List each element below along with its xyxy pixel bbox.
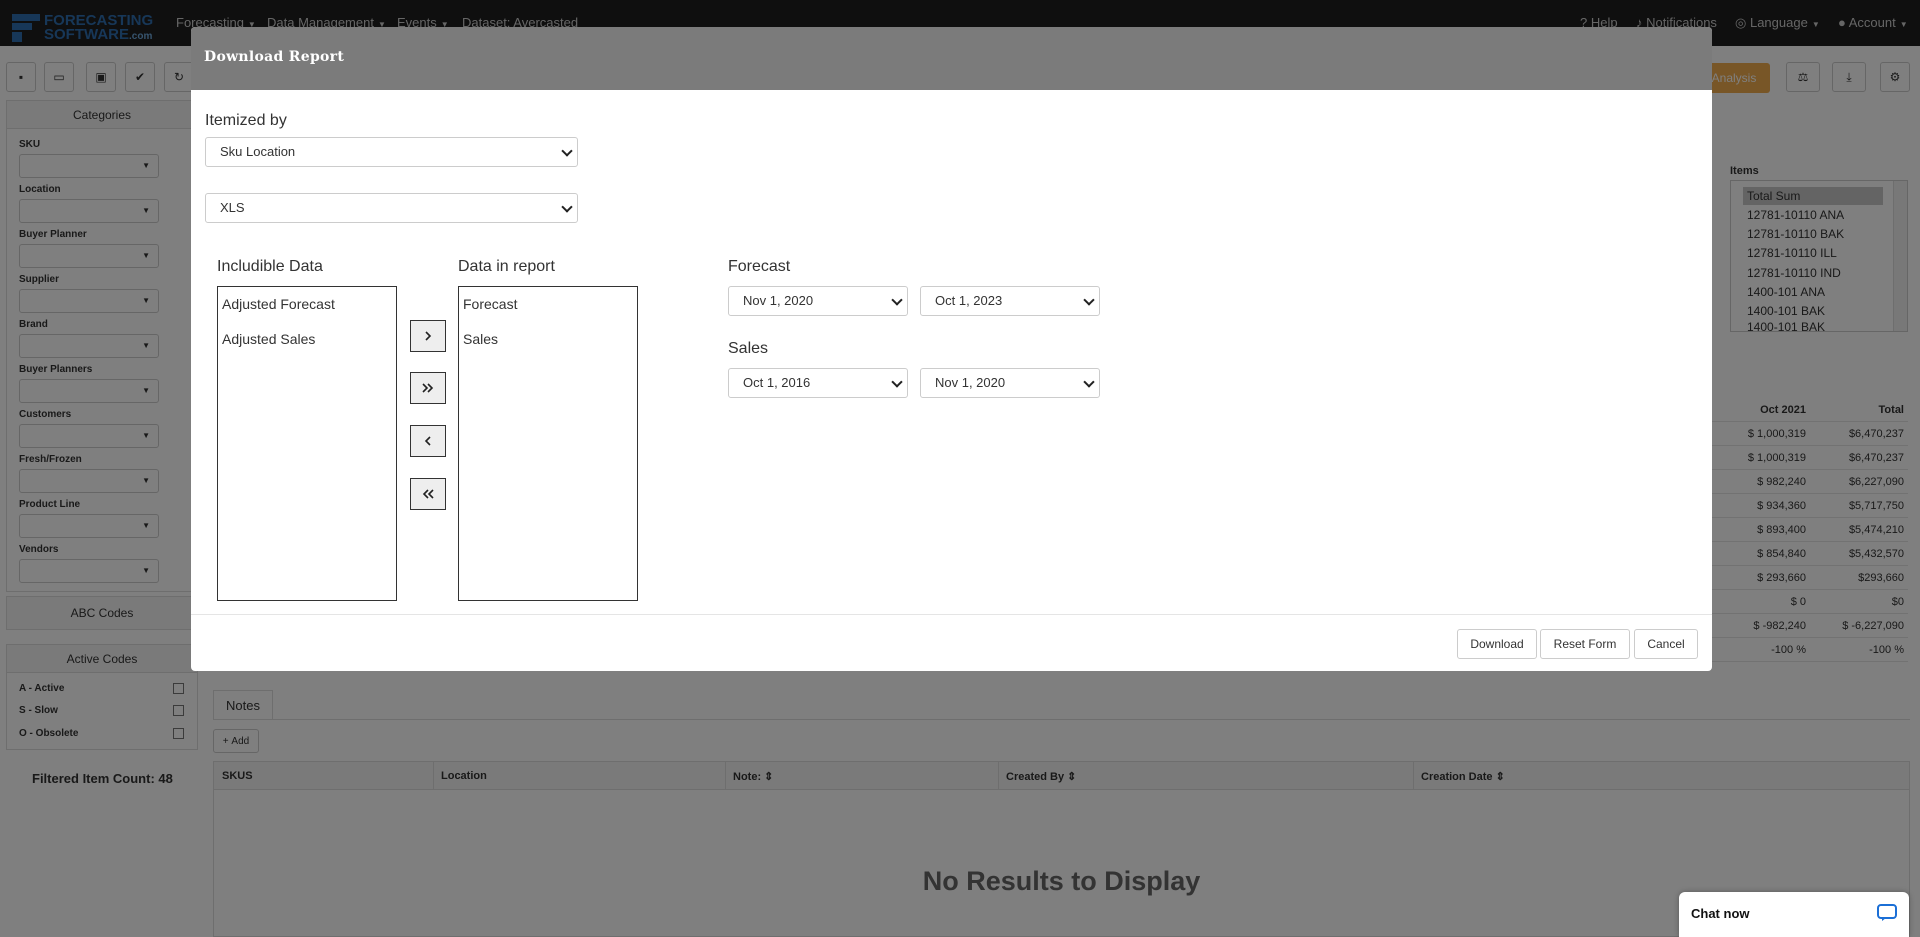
forecast-start-select[interactable]: Nov 1, 2020 — [728, 286, 908, 316]
data-in-report-listbox[interactable]: Forecast Sales — [458, 286, 638, 601]
itemized-by-select[interactable]: Sku Location — [205, 137, 578, 167]
chat-label: Chat now — [1691, 906, 1750, 921]
chevron-down-icon — [561, 201, 573, 213]
chat-bubble-icon — [1877, 904, 1897, 921]
move-all-left-button[interactable] — [410, 478, 446, 510]
includible-data-label: Includible Data — [217, 258, 323, 275]
move-left-button[interactable] — [410, 425, 446, 457]
modal-title: Download Report — [204, 49, 345, 65]
sales-end-select[interactable]: Nov 1, 2020 — [920, 368, 1100, 398]
move-all-right-button[interactable] — [410, 372, 446, 404]
format-value: XLS — [220, 200, 245, 215]
chevron-down-icon — [891, 294, 903, 306]
chevron-down-icon — [1083, 376, 1095, 388]
forecast-end-value: Oct 1, 2023 — [935, 293, 1003, 308]
sales-end-value: Nov 1, 2020 — [935, 375, 1006, 390]
download-button[interactable]: Download — [1457, 629, 1537, 659]
sales-start-select[interactable]: Oct 1, 2016 — [728, 368, 908, 398]
double-chevron-left-icon — [422, 489, 434, 499]
chevron-down-icon — [1083, 294, 1095, 306]
itemized-by-label: Itemized by — [205, 112, 287, 129]
reset-form-button[interactable]: Reset Form — [1540, 629, 1630, 659]
includible-data-listbox[interactable]: Adjusted Forecast Adjusted Sales — [217, 286, 397, 601]
includible-option[interactable]: Adjusted Sales — [222, 331, 315, 347]
report-option[interactable]: Forecast — [463, 296, 517, 312]
chevron-left-icon — [424, 436, 431, 446]
data-in-report-label: Data in report — [458, 258, 555, 275]
sales-range-label: Sales — [728, 340, 769, 357]
chevron-down-icon — [891, 376, 903, 388]
chevron-down-icon — [561, 145, 573, 157]
forecast-start-value: Nov 1, 2020 — [743, 293, 814, 308]
itemized-by-value: Sku Location — [220, 144, 296, 159]
cancel-button[interactable]: Cancel — [1634, 629, 1698, 659]
move-right-button[interactable] — [410, 320, 446, 352]
sales-start-value: Oct 1, 2016 — [743, 375, 811, 390]
chat-widget[interactable]: Chat now — [1679, 892, 1909, 937]
double-chevron-right-icon — [422, 383, 434, 393]
format-select[interactable]: XLS — [205, 193, 578, 223]
modal-header: Download Report — [191, 27, 1712, 90]
chevron-right-icon — [425, 331, 432, 341]
report-option[interactable]: Sales — [463, 331, 498, 347]
forecast-end-select[interactable]: Oct 1, 2023 — [920, 286, 1100, 316]
forecast-range-label: Forecast — [728, 258, 791, 275]
modal-footer-divider — [191, 614, 1712, 615]
includible-option[interactable]: Adjusted Forecast — [222, 296, 335, 312]
download-report-modal: Download Report Itemized by Sku Location… — [191, 27, 1712, 671]
